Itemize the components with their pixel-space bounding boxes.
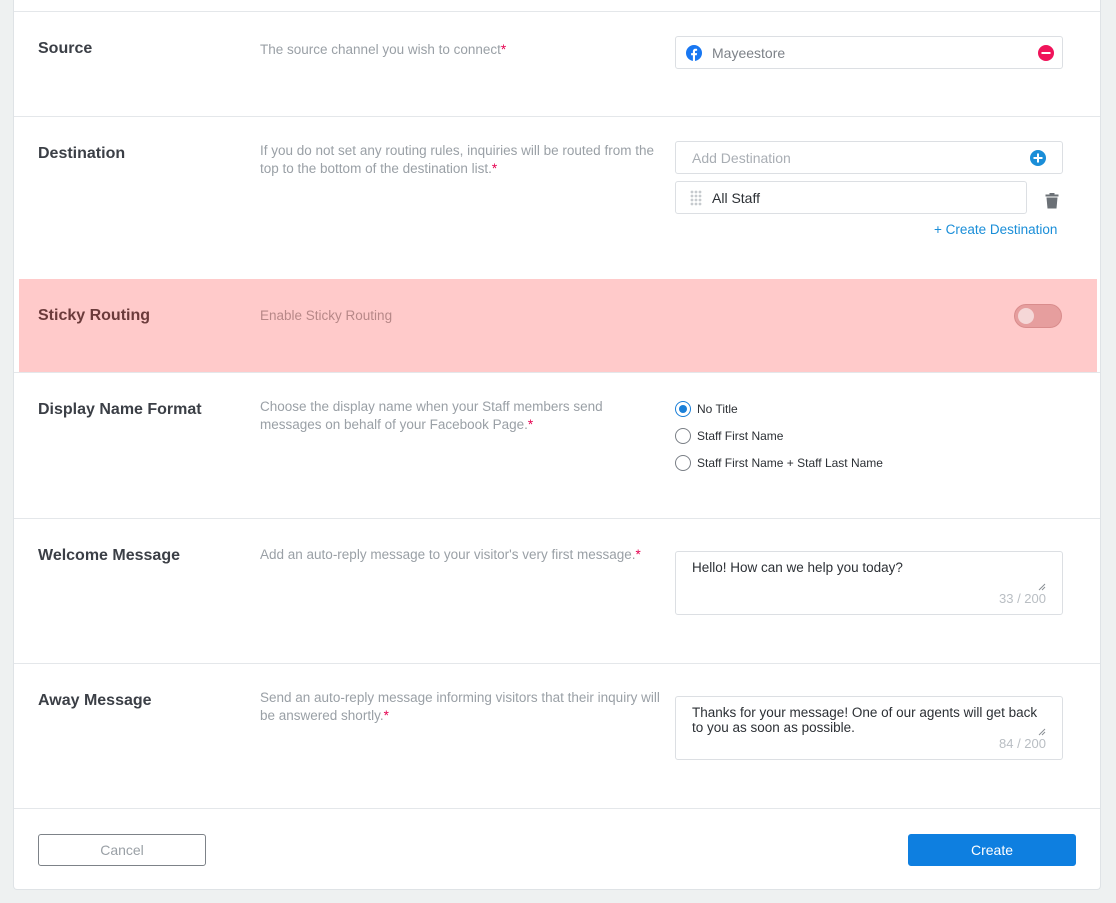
form-footer: Cancel Create xyxy=(14,808,1100,889)
away-message-title: Away Message xyxy=(38,692,152,709)
destination-section: Destination If you do not set any routin… xyxy=(14,116,1100,280)
resize-handle-icon[interactable] xyxy=(1038,723,1046,736)
away-message-section: Away Message Send an auto-reply message … xyxy=(14,663,1100,809)
sticky-routing-title: Sticky Routing xyxy=(38,307,151,324)
welcome-message-title: Welcome Message xyxy=(38,547,180,564)
required-mark: * xyxy=(527,417,534,432)
welcome-message-text: Hello! How can we help you today? xyxy=(692,560,903,575)
toggle-knob xyxy=(1018,308,1034,324)
away-message-description: Send an auto-reply message informing vis… xyxy=(260,690,660,723)
resize-handle-icon[interactable] xyxy=(1038,578,1046,591)
add-destination-placeholder: Add Destination xyxy=(692,150,791,166)
radio-button[interactable] xyxy=(675,401,691,417)
create-destination-link[interactable]: + Create Destination xyxy=(934,222,1057,237)
source-section: Source The source channel you wish to co… xyxy=(14,11,1100,117)
required-mark: * xyxy=(635,547,641,562)
cancel-button[interactable]: Cancel xyxy=(38,834,206,866)
radio-label: No Title xyxy=(697,402,738,416)
destination-item[interactable]: All Staff xyxy=(675,181,1027,214)
character-counter: 33 / 200 xyxy=(999,591,1046,606)
channel-form-panel: Source The source channel you wish to co… xyxy=(13,0,1101,890)
display-name-format-description: Choose the display name when your Staff … xyxy=(260,399,603,432)
source-title: Source xyxy=(38,40,93,57)
away-message-textarea[interactable]: Thanks for your message! One of our agen… xyxy=(675,696,1063,760)
required-mark: * xyxy=(383,708,389,723)
source-channel-name: Mayeestore xyxy=(712,45,786,61)
destination-item-label: All Staff xyxy=(712,190,760,206)
facebook-icon xyxy=(686,45,702,64)
welcome-message-section: Welcome Message Add an auto-reply messag… xyxy=(14,518,1100,664)
source-description: The source channel you wish to connect* xyxy=(260,42,507,57)
display-name-format-section: Display Name Format Choose the display n… xyxy=(14,372,1100,519)
display-name-format-title: Display Name Format xyxy=(38,401,202,418)
radio-label: Staff First Name xyxy=(697,429,784,443)
plus-circle-icon[interactable] xyxy=(1030,150,1046,169)
source-channel-field[interactable]: Mayeestore xyxy=(675,36,1063,69)
radio-option-no-title[interactable]: No Title xyxy=(675,401,738,417)
drag-handle-icon[interactable] xyxy=(690,190,702,209)
add-destination-field[interactable]: Add Destination xyxy=(675,141,1063,174)
sticky-routing-section: Sticky Routing Enable Sticky Routing xyxy=(19,279,1097,372)
character-counter: 84 / 200 xyxy=(999,736,1046,751)
trash-icon[interactable] xyxy=(1045,193,1059,214)
required-mark: * xyxy=(491,161,498,176)
welcome-message-description: Add an auto-reply message to your visito… xyxy=(260,547,641,562)
welcome-message-textarea[interactable]: Hello! How can we help you today? 33 / 2… xyxy=(675,551,1063,615)
destination-title: Destination xyxy=(38,145,126,162)
radio-label: Staff First Name + Staff Last Name xyxy=(697,456,883,470)
sticky-routing-description: Enable Sticky Routing xyxy=(260,308,393,323)
minus-circle-icon[interactable] xyxy=(1038,45,1054,64)
radio-button[interactable] xyxy=(675,455,691,471)
destination-description: If you do not set any routing rules, inq… xyxy=(260,143,654,176)
radio-option-staff-first-name[interactable]: Staff First Name xyxy=(675,428,783,444)
radio-button[interactable] xyxy=(675,428,691,444)
sticky-routing-toggle[interactable] xyxy=(1014,304,1062,328)
radio-option-staff-full-name[interactable]: Staff First Name + Staff Last Name xyxy=(675,455,883,471)
away-message-text: Thanks for your message! One of our agen… xyxy=(692,705,1038,735)
create-button[interactable]: Create xyxy=(908,834,1076,866)
required-mark: * xyxy=(500,42,507,57)
